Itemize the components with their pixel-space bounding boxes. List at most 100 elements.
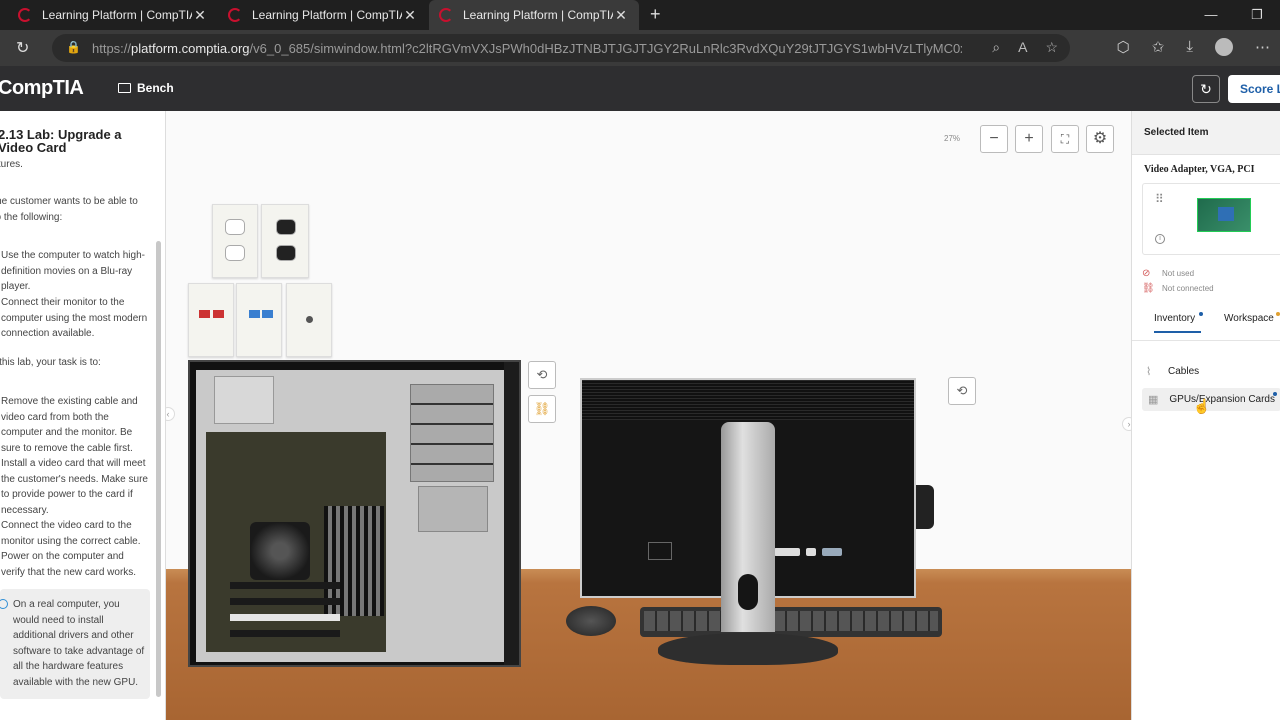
- connections-button[interactable]: ⛓: [528, 395, 556, 423]
- tab-workspace[interactable]: Workspace: [1224, 313, 1274, 324]
- expansion-card-icon: ▦: [1148, 394, 1159, 406]
- settings-button[interactable]: ⚙: [1086, 125, 1114, 153]
- want-item: Use the computer to watch high-definitio…: [1, 250, 145, 292]
- fullscreen-button[interactable]: ⛶: [1051, 125, 1079, 153]
- comptia-favicon-icon: [439, 8, 453, 22]
- monitor-vents: [582, 380, 914, 420]
- minimize-icon[interactable]: —: [1188, 0, 1234, 30]
- zoom-in-button[interactable]: +: [1015, 125, 1043, 153]
- lock-icon[interactable]: 🔒: [66, 40, 81, 54]
- keyboard[interactable]: [640, 607, 942, 637]
- coax-wall-plate[interactable]: [286, 283, 332, 357]
- info-icon[interactable]: i: [1155, 234, 1165, 244]
- ethernet-port-icon: [262, 310, 273, 318]
- network-wall-plate[interactable]: [236, 283, 282, 357]
- coax-port-icon: [306, 316, 313, 323]
- network-wall-plate[interactable]: [188, 283, 234, 357]
- more-menu-icon[interactable]: ⋯: [1255, 38, 1270, 56]
- hdmi-port-icon[interactable]: [806, 548, 816, 556]
- info-note: On a real computer, you would need to in…: [0, 589, 150, 699]
- video-adapter-image[interactable]: [1197, 198, 1251, 232]
- tab-title: Learning Platform | CompTIA: [252, 8, 402, 22]
- active-tab-underline: [1154, 331, 1201, 333]
- want-item: Connect their monitor to the computer us…: [1, 297, 148, 339]
- favorites-icon[interactable]: ✩: [1152, 38, 1165, 56]
- url-field[interactable]: 🔒 https://platform.comptia.org/v6_0_685/…: [52, 34, 1070, 62]
- inventory-item-cables[interactable]: ⌇ Cables: [1146, 365, 1199, 378]
- url-text[interactable]: https://platform.comptia.org/v6_0_685/si…: [92, 41, 962, 56]
- close-tab-icon[interactable]: ✕: [192, 7, 208, 24]
- instructions-scrollbar[interactable]: [156, 241, 161, 697]
- collapse-left-icon[interactable]: ‹: [166, 407, 175, 421]
- refresh-icon: ↻: [1200, 81, 1212, 97]
- selected-item-card[interactable]: ⠿ i: [1142, 183, 1280, 255]
- reset-button[interactable]: ↻: [1192, 75, 1220, 103]
- keyboard-keys: [644, 611, 938, 631]
- not-connected-text: Not connected: [1162, 284, 1214, 293]
- drive-cage: [418, 486, 488, 532]
- ethernet-port-icon: [213, 310, 224, 318]
- comptia-favicon-icon: [18, 8, 32, 22]
- inventory-item-gpus[interactable]: ▦ GPUs/Expansion Cards: [1142, 388, 1280, 411]
- monitor-stand-base: [658, 633, 838, 665]
- browser-tab[interactable]: Learning Platform | CompTIA ✕: [8, 0, 218, 30]
- zoom-icon[interactable]: ⌕: [992, 39, 1000, 56]
- monitor-power-port[interactable]: [648, 542, 672, 560]
- read-aloud-icon[interactable]: A: [1018, 39, 1027, 56]
- comptia-logo: CompTIA: [0, 77, 84, 99]
- mouse[interactable]: [566, 606, 616, 636]
- monitor-side: [916, 485, 934, 529]
- reload-icon[interactable]: ↻: [16, 38, 29, 58]
- cable-icon: ⌇: [1146, 366, 1152, 378]
- expansion-slot[interactable]: [230, 614, 340, 621]
- workspace-dot-icon: [1276, 312, 1280, 316]
- tab-inventory[interactable]: Inventory: [1154, 313, 1195, 324]
- expansion-slot[interactable]: [230, 582, 340, 589]
- task-item: Power on the computer and verify that th…: [1, 551, 137, 578]
- cables-label: Cables: [1168, 366, 1200, 377]
- new-tab-icon[interactable]: +: [650, 4, 661, 25]
- task-item: Remove the existing cable and video card…: [1, 396, 138, 454]
- restore-icon[interactable]: ❐: [1234, 0, 1280, 30]
- workspace-canvas[interactable]: 27% − + ⛶ ⚙ ‹ › ⟲ ⛓ ⟲: [166, 111, 1131, 720]
- zoom-level: 27%: [944, 134, 961, 143]
- motherboard[interactable]: [206, 432, 386, 652]
- power-supply[interactable]: [214, 376, 274, 424]
- profile-avatar[interactable]: [1215, 38, 1233, 56]
- not-connected-icon: ⛓: [1142, 283, 1155, 294]
- case-interior: [196, 370, 504, 662]
- selected-item-name: Video Adapter, VGA, PCI: [1144, 164, 1255, 175]
- browser-tab-active[interactable]: Learning Platform | CompTIA ✕: [429, 0, 639, 30]
- not-used-icon: ⊘: [1142, 268, 1151, 279]
- monitor-video-ports: [774, 548, 854, 560]
- comptia-favicon-icon: [228, 8, 242, 22]
- collapse-right-icon[interactable]: ›: [1122, 417, 1131, 431]
- rotate-monitor-button[interactable]: ⟲: [948, 377, 976, 405]
- task-item: Connect the video card to the monitor us…: [1, 520, 141, 547]
- app-header: CompTIA Bench ↻ Score Lab: [0, 66, 1280, 111]
- expansion-slot[interactable]: [230, 630, 340, 637]
- panel-header: Selected Item: [1132, 111, 1280, 155]
- gpus-dot-icon: [1273, 392, 1277, 396]
- plug-icon: [276, 245, 296, 261]
- vga-port-icon[interactable]: [822, 548, 842, 556]
- power-outlet-plugged[interactable]: [261, 204, 309, 278]
- downloads-icon[interactable]: ⤓: [1186, 38, 1193, 56]
- computer-case[interactable]: [188, 360, 521, 667]
- browser-tab[interactable]: Learning Platform | CompTIA ✕: [218, 0, 428, 30]
- browser-tab-bar: Learning Platform | CompTIA ✕ Learning P…: [0, 0, 1280, 30]
- favorite-star-icon[interactable]: ☆: [1045, 39, 1058, 56]
- close-tab-icon[interactable]: ✕: [402, 7, 418, 24]
- score-lab-button[interactable]: Score Lab: [1228, 75, 1280, 103]
- drag-handle-icon[interactable]: ⠿: [1155, 192, 1164, 206]
- power-outlet[interactable]: [212, 204, 258, 278]
- outlet-socket: [225, 219, 245, 235]
- zoom-out-button[interactable]: −: [980, 125, 1008, 153]
- dvi-port-icon[interactable]: [774, 548, 800, 556]
- bench-tab[interactable]: Bench: [118, 81, 174, 95]
- close-tab-icon[interactable]: ✕: [613, 7, 629, 24]
- expansion-slot[interactable]: [230, 598, 340, 605]
- instructions-panel: 2.13 Lab: Upgrade a Video Card features.…: [0, 111, 166, 720]
- extensions-icon[interactable]: ⬡: [1117, 38, 1130, 56]
- rotate-computer-button[interactable]: ⟲: [528, 361, 556, 389]
